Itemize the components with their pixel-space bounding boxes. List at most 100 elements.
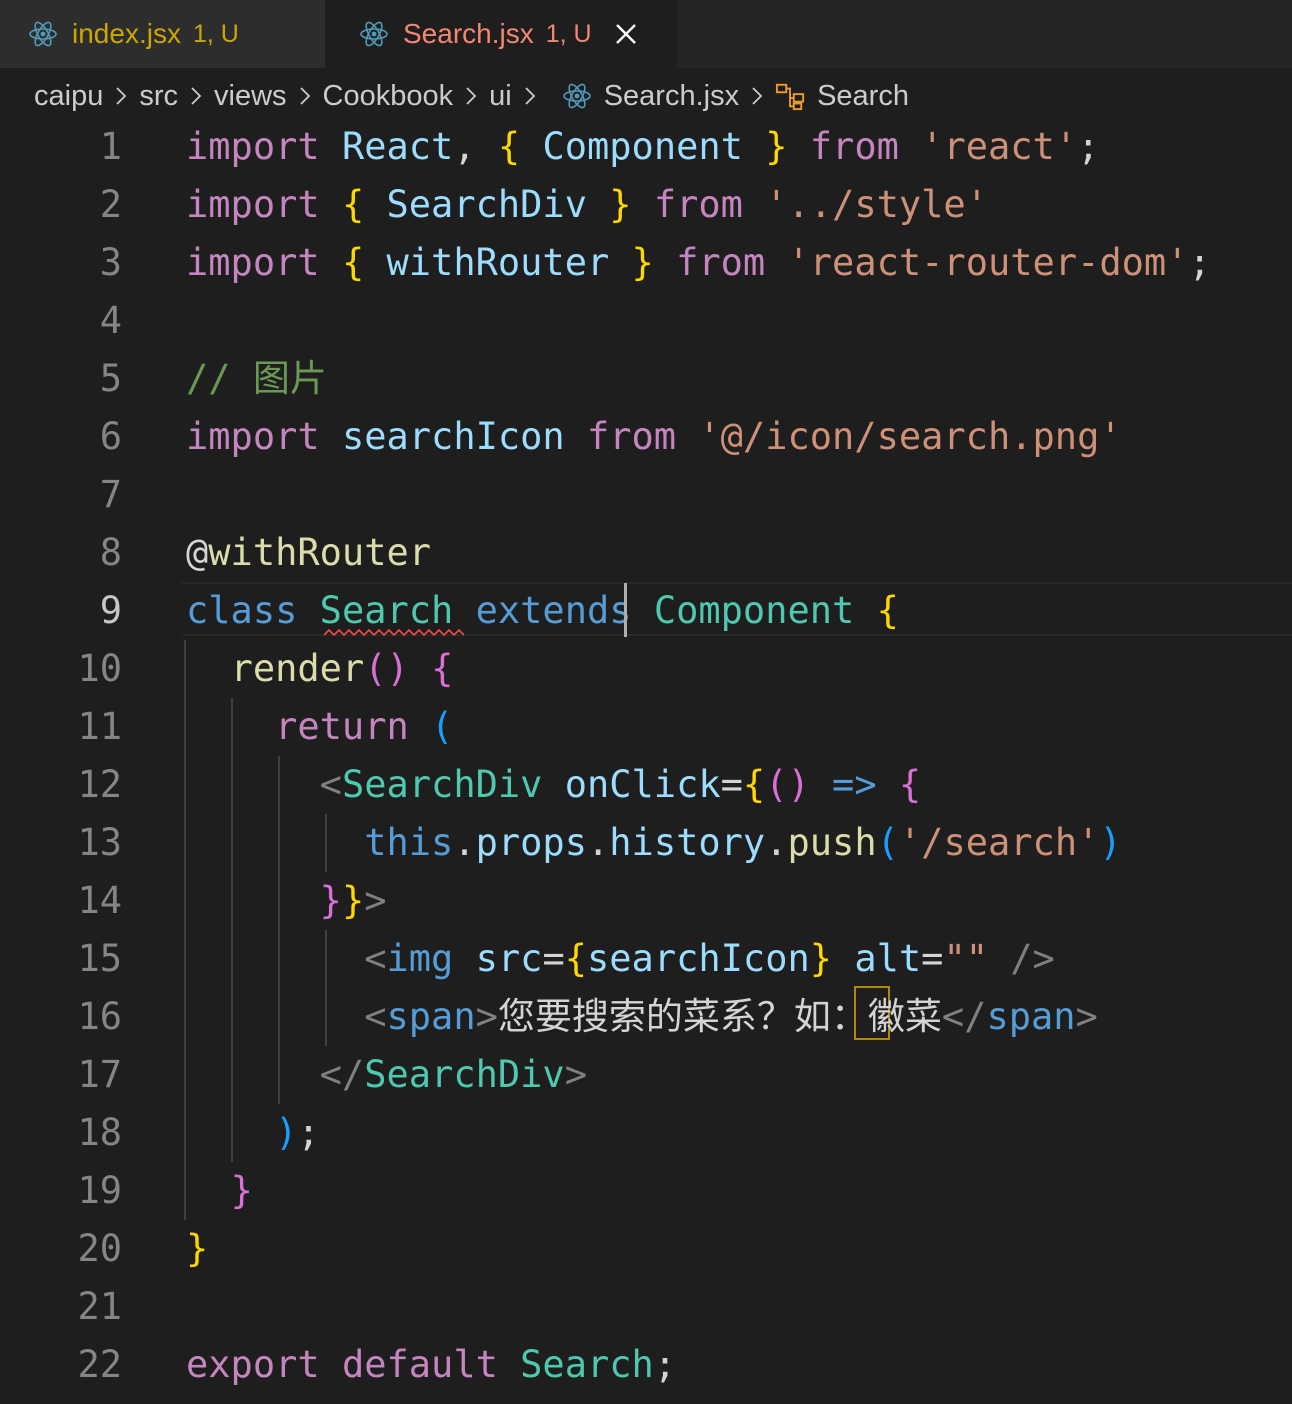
- code-line[interactable]: 22 export default Search;: [0, 1336, 1292, 1394]
- line-number[interactable]: 12: [0, 756, 122, 814]
- line-number[interactable]: 20: [0, 1220, 122, 1278]
- code-token: alt: [854, 937, 922, 980]
- text-cursor: [624, 583, 627, 637]
- line-number[interactable]: 17: [0, 1046, 122, 1104]
- code-token: SearchDiv: [386, 183, 587, 226]
- code-line[interactable]: 17 </SearchDiv>: [0, 1046, 1292, 1104]
- line-number[interactable]: 9: [0, 582, 122, 640]
- code-token: props: [475, 821, 587, 864]
- code-line[interactable]: 18 );: [0, 1104, 1292, 1162]
- code-line[interactable]: 10 render() {: [0, 640, 1292, 698]
- code-token: .: [587, 821, 610, 864]
- react-icon: [562, 83, 591, 109]
- code-token: import: [186, 183, 320, 226]
- line-number[interactable]: 8: [0, 524, 122, 582]
- line-number[interactable]: 15: [0, 930, 122, 988]
- line-number[interactable]: 19: [0, 1162, 122, 1220]
- code-line[interactable]: 16 <span>您要搜索的菜系？如：徽菜</span>: [0, 988, 1292, 1046]
- line-number[interactable]: 4: [0, 292, 122, 350]
- code-token: {: [876, 589, 899, 632]
- code-token: ;: [297, 1111, 320, 1154]
- line-number[interactable]: 11: [0, 698, 122, 756]
- line-number[interactable]: 16: [0, 988, 122, 1046]
- code-text: <SearchDiv onClick={() => {: [186, 756, 922, 814]
- code-line[interactable]: 11 return (: [0, 698, 1292, 756]
- code-line[interactable]: 4: [0, 292, 1292, 350]
- line-number[interactable]: 7: [0, 466, 122, 524]
- breadcrumb-item-symbol[interactable]: Search: [817, 80, 909, 113]
- code-token: return: [275, 705, 409, 748]
- code-token: src: [475, 937, 543, 980]
- code-token: {: [898, 763, 922, 806]
- close-icon[interactable]: [614, 22, 638, 46]
- code-line[interactable]: 14 }}>: [0, 872, 1292, 930]
- code-line[interactable]: 5 // 图片: [0, 350, 1292, 408]
- code-token: 您要搜索的菜系？如：: [497, 995, 868, 1038]
- code-token: }: [765, 125, 788, 168]
- code-line[interactable]: 1 import React, { Component } from 'react…: [0, 118, 1292, 176]
- code-token: {: [742, 763, 766, 806]
- code-line[interactable]: 7: [0, 466, 1292, 524]
- code-token: ): [275, 1111, 298, 1154]
- code-text: class Search extends Component {: [186, 582, 899, 640]
- code-token: ;: [653, 1343, 677, 1386]
- line-number[interactable]: 1: [0, 118, 122, 176]
- line-number[interactable]: 21: [0, 1278, 122, 1336]
- line-number[interactable]: 2: [0, 176, 122, 234]
- line-number[interactable]: 10: [0, 640, 122, 698]
- line-number[interactable]: 13: [0, 814, 122, 872]
- code-token: from: [653, 183, 743, 226]
- tab-search-jsx[interactable]: Search.jsx 1, U: [325, 0, 677, 68]
- tab-label: Search.jsx: [403, 18, 534, 49]
- code-editor[interactable]: 1 import React, { Component } from 'react…: [0, 118, 1292, 1404]
- code-line[interactable]: 20}: [0, 1220, 1292, 1278]
- tab-status: 1, U: [192, 19, 239, 48]
- line-number[interactable]: 14: [0, 872, 122, 930]
- line-number[interactable]: 5: [0, 350, 122, 408]
- code-line[interactable]: 23: [0, 1394, 1292, 1404]
- code-token: 'react-router-dom': [787, 241, 1189, 284]
- line-number[interactable]: 6: [0, 408, 122, 466]
- code-token: }: [809, 937, 833, 980]
- line-number[interactable]: 18: [0, 1104, 122, 1162]
- code-line[interactable]: 21: [0, 1278, 1292, 1336]
- code-line[interactable]: 3 import { withRouter } from 'react-route…: [0, 234, 1292, 292]
- code-token: {: [341, 241, 365, 284]
- code-token: Component: [653, 589, 855, 632]
- code-token: history: [609, 821, 766, 864]
- code-token: SearchDiv: [364, 1053, 565, 1096]
- line-number[interactable]: 22: [0, 1336, 122, 1394]
- breadcrumb-item-cookbook[interactable]: Cookbook: [323, 80, 454, 113]
- line-number[interactable]: 23: [0, 1394, 122, 1404]
- code-line[interactable]: 9 class Search extends Component {: [0, 582, 1292, 640]
- line-number[interactable]: 3: [0, 234, 122, 292]
- code-line[interactable]: 12 <SearchDiv onClick={() => {: [0, 756, 1292, 814]
- code-token: }: [631, 241, 654, 284]
- code-token: push: [787, 821, 877, 864]
- breadcrumb-item-views[interactable]: views: [214, 80, 287, 113]
- breadcrumb-item-src[interactable]: src: [139, 80, 178, 113]
- breadcrumb-item-file[interactable]: Search.jsx: [604, 80, 739, 113]
- code-line[interactable]: 6 import searchIcon from '@/icon/search.p…: [0, 408, 1292, 466]
- code-line[interactable]: 2 import { SearchDiv } from '../style': [0, 176, 1292, 234]
- code-token: withRouter: [386, 241, 610, 284]
- breadcrumb-item-caipu[interactable]: caipu: [34, 80, 103, 113]
- code-line[interactable]: 15 <img src={searchIcon} alt="" />: [0, 930, 1292, 988]
- code-token: img: [386, 937, 454, 980]
- code-token: {: [564, 937, 587, 980]
- code-line[interactable]: 19 }: [0, 1162, 1292, 1220]
- code-line[interactable]: 13 this.props.history.push('/search'): [0, 814, 1292, 872]
- code-line[interactable]: 8 @withRouter: [0, 524, 1292, 582]
- tab-index-jsx[interactable]: index.jsx 1, U: [0, 0, 325, 68]
- breadcrumb-item-ui[interactable]: ui: [489, 80, 512, 113]
